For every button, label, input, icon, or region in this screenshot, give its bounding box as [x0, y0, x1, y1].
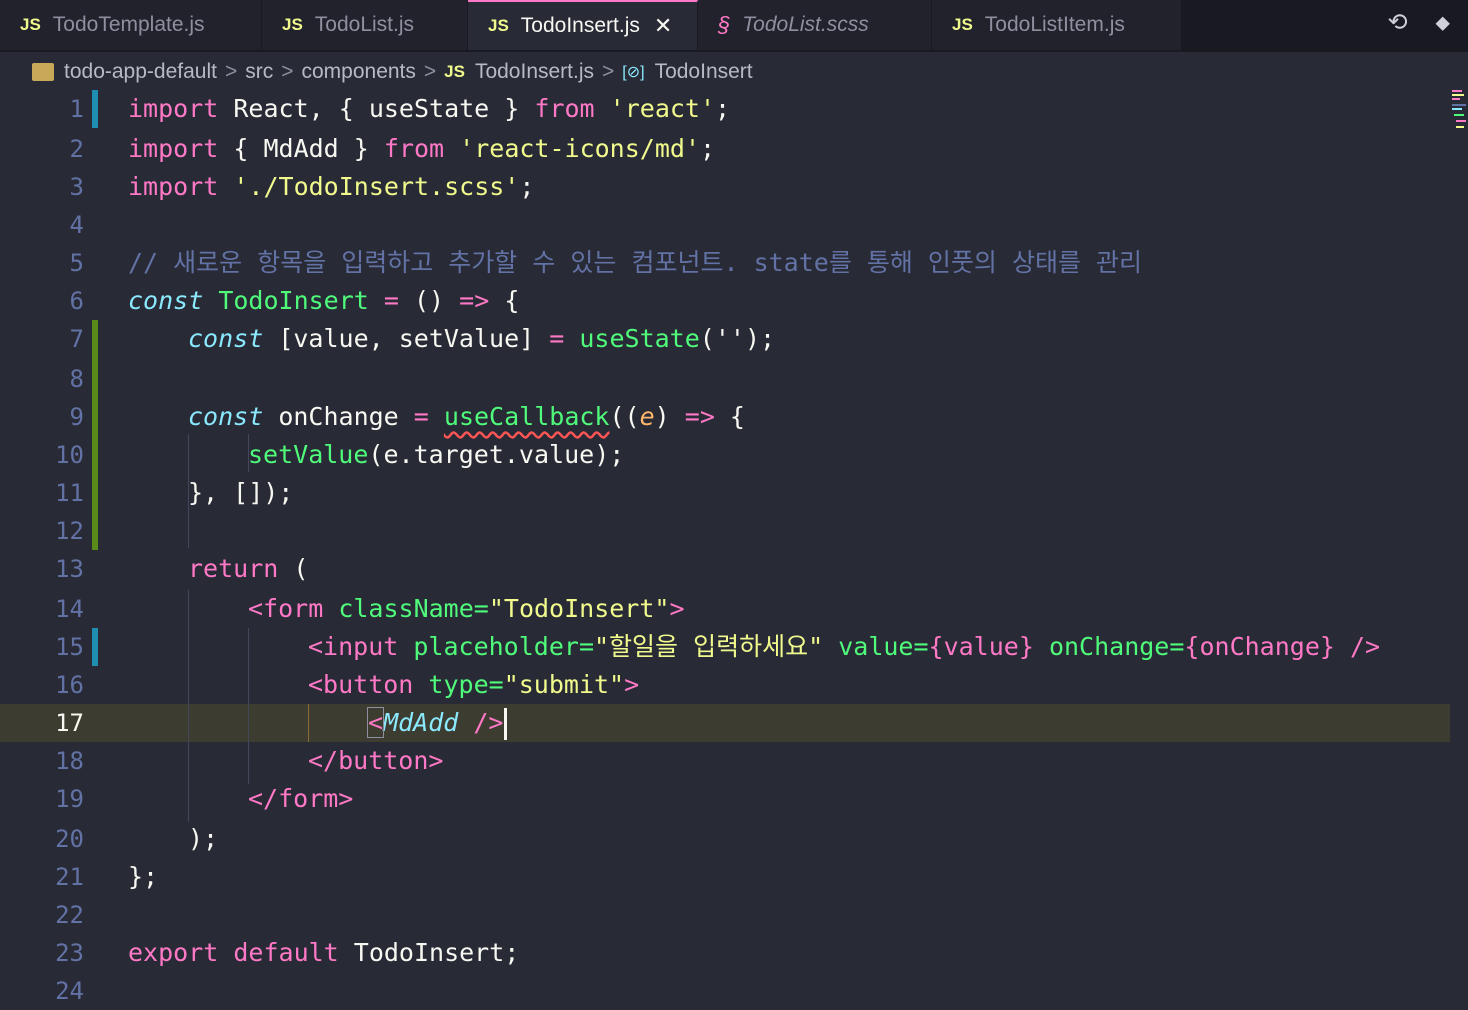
minimap-line — [1456, 120, 1466, 122]
minimap-line — [1454, 114, 1464, 116]
breadcrumb-src[interactable]: src — [245, 60, 273, 84]
line-number: 19 — [55, 785, 84, 813]
close-icon[interactable]: ✕ — [654, 13, 672, 39]
code-line-7: const [value, setValue] = useState(''); — [188, 324, 776, 353]
indent-guide-active — [308, 704, 309, 742]
js-file-icon: JS — [20, 15, 41, 34]
code-line-9: const onChange = useCallback((e) => { — [188, 402, 745, 431]
breadcrumb: todo-app-default > src > components > JS… — [0, 52, 1468, 92]
line-number: 20 — [55, 825, 84, 853]
line-number: 15 — [55, 633, 84, 661]
line-number: 17 — [55, 709, 84, 737]
code-line-2: import { MdAdd } from 'react-icons/md'; — [128, 134, 716, 163]
code-line-19: </form> — [248, 784, 354, 813]
code-line-11: }, []); — [188, 478, 294, 507]
minimap-line — [1452, 108, 1462, 110]
sass-file-icon: § — [718, 12, 731, 37]
tab-label: TodoTemplate.js — [52, 13, 205, 36]
code-line-10: setValue(e.target.value); — [248, 440, 625, 469]
minimap-line — [1456, 126, 1464, 128]
line-number: 24 — [55, 977, 84, 1005]
tab-label: TodoList.js — [314, 13, 415, 36]
minimap-line — [1452, 90, 1462, 92]
chevron-right-icon: > — [423, 60, 437, 83]
folder-icon — [32, 63, 54, 81]
breadcrumb-file[interactable]: TodoInsert.js — [475, 60, 594, 84]
line-number: 11 — [55, 479, 84, 507]
line-number: 14 — [55, 595, 84, 623]
minimap-line — [1452, 104, 1466, 106]
line-number: 12 — [55, 517, 84, 545]
line-number: 2 — [69, 135, 84, 163]
chevron-right-icon: > — [224, 60, 238, 83]
gutter-modified-marker — [92, 628, 98, 666]
code-line-13: return ( — [188, 554, 309, 583]
code-line-21: }; — [128, 862, 159, 891]
minimap-line — [1452, 98, 1460, 100]
tab-label: TodoInsert.js — [520, 14, 640, 37]
code-line-6: const TodoInsert = () => { — [128, 286, 520, 315]
chevron-right-icon: > — [281, 60, 294, 83]
line-number: 9 — [69, 403, 84, 431]
tab-todotemplate-js[interactable]: JS TodoTemplate.js — [0, 0, 262, 50]
indent-guide — [248, 628, 249, 784]
js-file-icon: JS — [444, 62, 465, 81]
minimap[interactable] — [1450, 90, 1468, 1008]
tab-label: TodoList.scss — [742, 13, 869, 36]
indent-guide — [188, 590, 189, 822]
breadcrumb-components[interactable]: components — [301, 60, 415, 84]
line-number: 4 — [69, 211, 84, 239]
code-line-14: <form className="TodoInsert"> — [248, 594, 685, 623]
current-line-highlight — [0, 704, 1450, 742]
code-line-18: </button> — [308, 746, 444, 775]
line-number: 16 — [55, 671, 84, 699]
git-icon[interactable]: ◆ — [1436, 8, 1450, 36]
code-line-3: import './TodoInsert.scss'; — [128, 172, 535, 201]
js-file-icon: JS — [488, 16, 509, 35]
line-number: 6 — [69, 287, 84, 315]
line-number: 18 — [55, 747, 84, 775]
code-line-15: <input placeholder="할일을 입력하세요" value={va… — [308, 632, 1381, 661]
line-number: 13 — [55, 555, 84, 583]
text-cursor — [504, 708, 508, 740]
symbol-icon: [⊘] — [622, 64, 645, 81]
line-number: 21 — [55, 863, 84, 891]
line-number: 1 — [69, 95, 84, 123]
line-number: 7 — [69, 325, 84, 353]
breadcrumb-project[interactable]: todo-app-default — [64, 60, 217, 84]
tab-todoinsert-js[interactable]: JS TodoInsert.js ✕ — [468, 0, 698, 50]
editor-actions: ⟲ ◆ — [1387, 8, 1450, 36]
line-number: 23 — [55, 939, 84, 967]
line-number: 3 — [69, 173, 84, 201]
breadcrumb-symbol[interactable]: TodoInsert — [655, 60, 753, 84]
code-line-20: ); — [188, 824, 219, 853]
compare-changes-icon[interactable]: ⟲ — [1387, 8, 1407, 36]
code-line-5: // 새로운 항목을 입력하고 추가할 수 있는 컴포넌트. state를 통해… — [128, 248, 1143, 277]
chevron-right-icon: > — [602, 60, 615, 83]
js-file-icon: JS — [952, 15, 973, 34]
tab-bar: JS TodoTemplate.js JS TodoList.js JS TodoInse… — [0, 0, 1468, 52]
gutter-added-marker — [92, 320, 98, 550]
code-line-17: <MdAdd /> — [366, 704, 508, 742]
code-line-1: import React, { useState } from 'react'; — [128, 94, 731, 123]
code-editor[interactable]: import React, { useState } from 'react';… — [0, 90, 1450, 1008]
tab-todolistitem-js[interactable]: JS TodoListItem.js — [932, 0, 1182, 50]
code-line-16: <button type="submit"> — [308, 670, 640, 699]
line-number: 10 — [55, 441, 84, 469]
tab-label: TodoListItem.js — [984, 13, 1125, 36]
code-line-23: export default TodoInsert; — [128, 938, 520, 967]
line-number: 8 — [69, 365, 84, 393]
tab-todolist-js[interactable]: JS TodoList.js — [262, 0, 468, 50]
line-number: 5 — [69, 249, 84, 277]
line-number: 22 — [55, 901, 84, 929]
tab-todolist-scss[interactable]: § TodoList.scss — [698, 0, 932, 50]
gutter-modified-marker — [92, 90, 98, 128]
js-file-icon: JS — [282, 15, 303, 34]
minimap-line — [1452, 94, 1464, 96]
